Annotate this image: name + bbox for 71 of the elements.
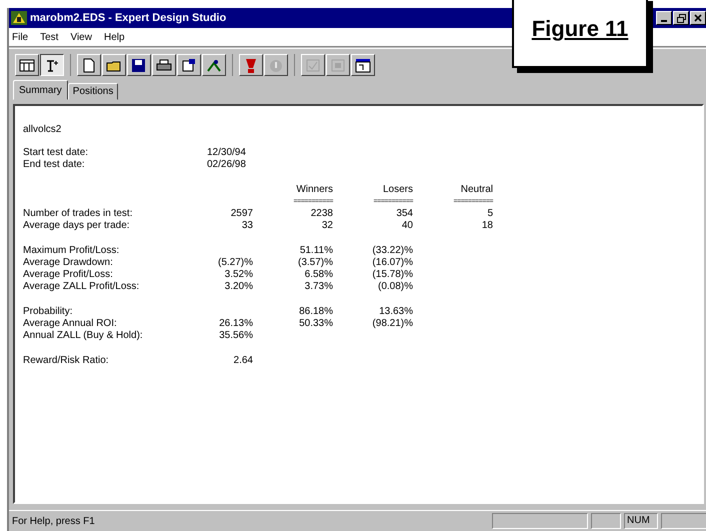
info-icon: [268, 58, 284, 72]
row-label: End test date:: [23, 159, 86, 171]
column-header: Neutral: [460, 184, 493, 196]
table-value: (0.08)%: [378, 281, 413, 292]
exclamation-icon: [243, 58, 259, 72]
text-cursor-icon: [44, 58, 60, 72]
close-button[interactable]: [690, 11, 706, 25]
date-value: 12/30/94: [206, 147, 247, 159]
row-label: Reward/Risk Ratio:: [23, 355, 110, 367]
status-message: For Help, press F1: [12, 516, 96, 526]
total-value: 2.64: [234, 355, 253, 366]
window-icon: [355, 58, 371, 72]
report-name: allvolcs2: [23, 124, 62, 135]
checkbox-icon: [305, 58, 321, 72]
toolbar-button[interactable]: [40, 54, 64, 76]
table-value: 50.33%: [299, 318, 333, 329]
total-value: 3.20%: [224, 281, 253, 292]
row-label: Average Annual ROI:: [23, 318, 118, 330]
row-label: Probability:: [23, 306, 74, 318]
table-value: 18: [482, 220, 493, 231]
row-label: Annual ZALL (Buy & Hold):: [23, 330, 144, 342]
table-value: (15.78)%: [372, 269, 413, 280]
chart-icon: [206, 58, 222, 72]
minimize-button[interactable]: [656, 11, 672, 25]
table-value: (98.21)%: [372, 318, 413, 329]
table-value: 354: [396, 208, 413, 219]
row-label: Maximum Profit/Loss:: [23, 245, 120, 257]
menu-item[interactable]: View: [70, 32, 92, 42]
table-value: (16.07)%: [372, 257, 413, 268]
total-value: 26.13%: [219, 318, 253, 329]
total-value: 33: [242, 220, 253, 231]
num-lock-indicator: NUM: [624, 513, 658, 529]
table-value: 51.11%: [300, 245, 333, 256]
app-icon: [11, 11, 27, 25]
total-value: 2597: [230, 208, 253, 219]
table-value: 86.18%: [299, 306, 333, 317]
square-icon: [330, 58, 346, 72]
date-value: 02/26/98: [206, 159, 247, 171]
table-value: 2238: [310, 208, 333, 219]
window-icon: [181, 58, 197, 72]
table-value: 32: [322, 220, 333, 231]
tab[interactable]: Summary: [13, 80, 68, 100]
total-value: 3.52%: [224, 269, 253, 280]
close-icon: [694, 14, 702, 22]
menu-item[interactable]: Test: [40, 32, 58, 42]
column-header: Losers: [382, 184, 413, 196]
tab[interactable]: Positions: [68, 83, 118, 100]
row-label: Average Profit/Loss:: [23, 269, 114, 281]
restore-icon: [676, 14, 686, 22]
table-value: 3.73%: [304, 281, 333, 292]
table-value: (33.22)%: [372, 245, 413, 256]
row-label: Average ZALL Profit/Loss:: [23, 281, 140, 293]
restore-button[interactable]: [673, 11, 689, 25]
row-label: Average Drawdown:: [23, 257, 114, 269]
table-value: 40: [402, 220, 413, 231]
column-header: Winners: [295, 184, 333, 196]
total-value: 35.56%: [219, 330, 253, 341]
row-label: Start test date:: [23, 147, 90, 159]
menu-item[interactable]: File: [12, 32, 28, 42]
total-value: (5.27)%: [218, 257, 253, 268]
table-value: (3.57)%: [298, 257, 333, 268]
table-value: 6.58%: [304, 269, 333, 280]
table-value: 5: [487, 208, 493, 219]
printer-icon: [156, 58, 172, 72]
row-label: Average days per trade:: [23, 220, 131, 232]
document-icon: [81, 58, 97, 72]
menu-item[interactable]: Help: [104, 32, 125, 42]
row-label: Number of trades in test:: [23, 208, 134, 220]
table-value: 13.63%: [379, 306, 413, 317]
grid-icon: [19, 58, 35, 72]
window-title: marobm2.EDS - Expert Design Studio: [30, 12, 228, 24]
